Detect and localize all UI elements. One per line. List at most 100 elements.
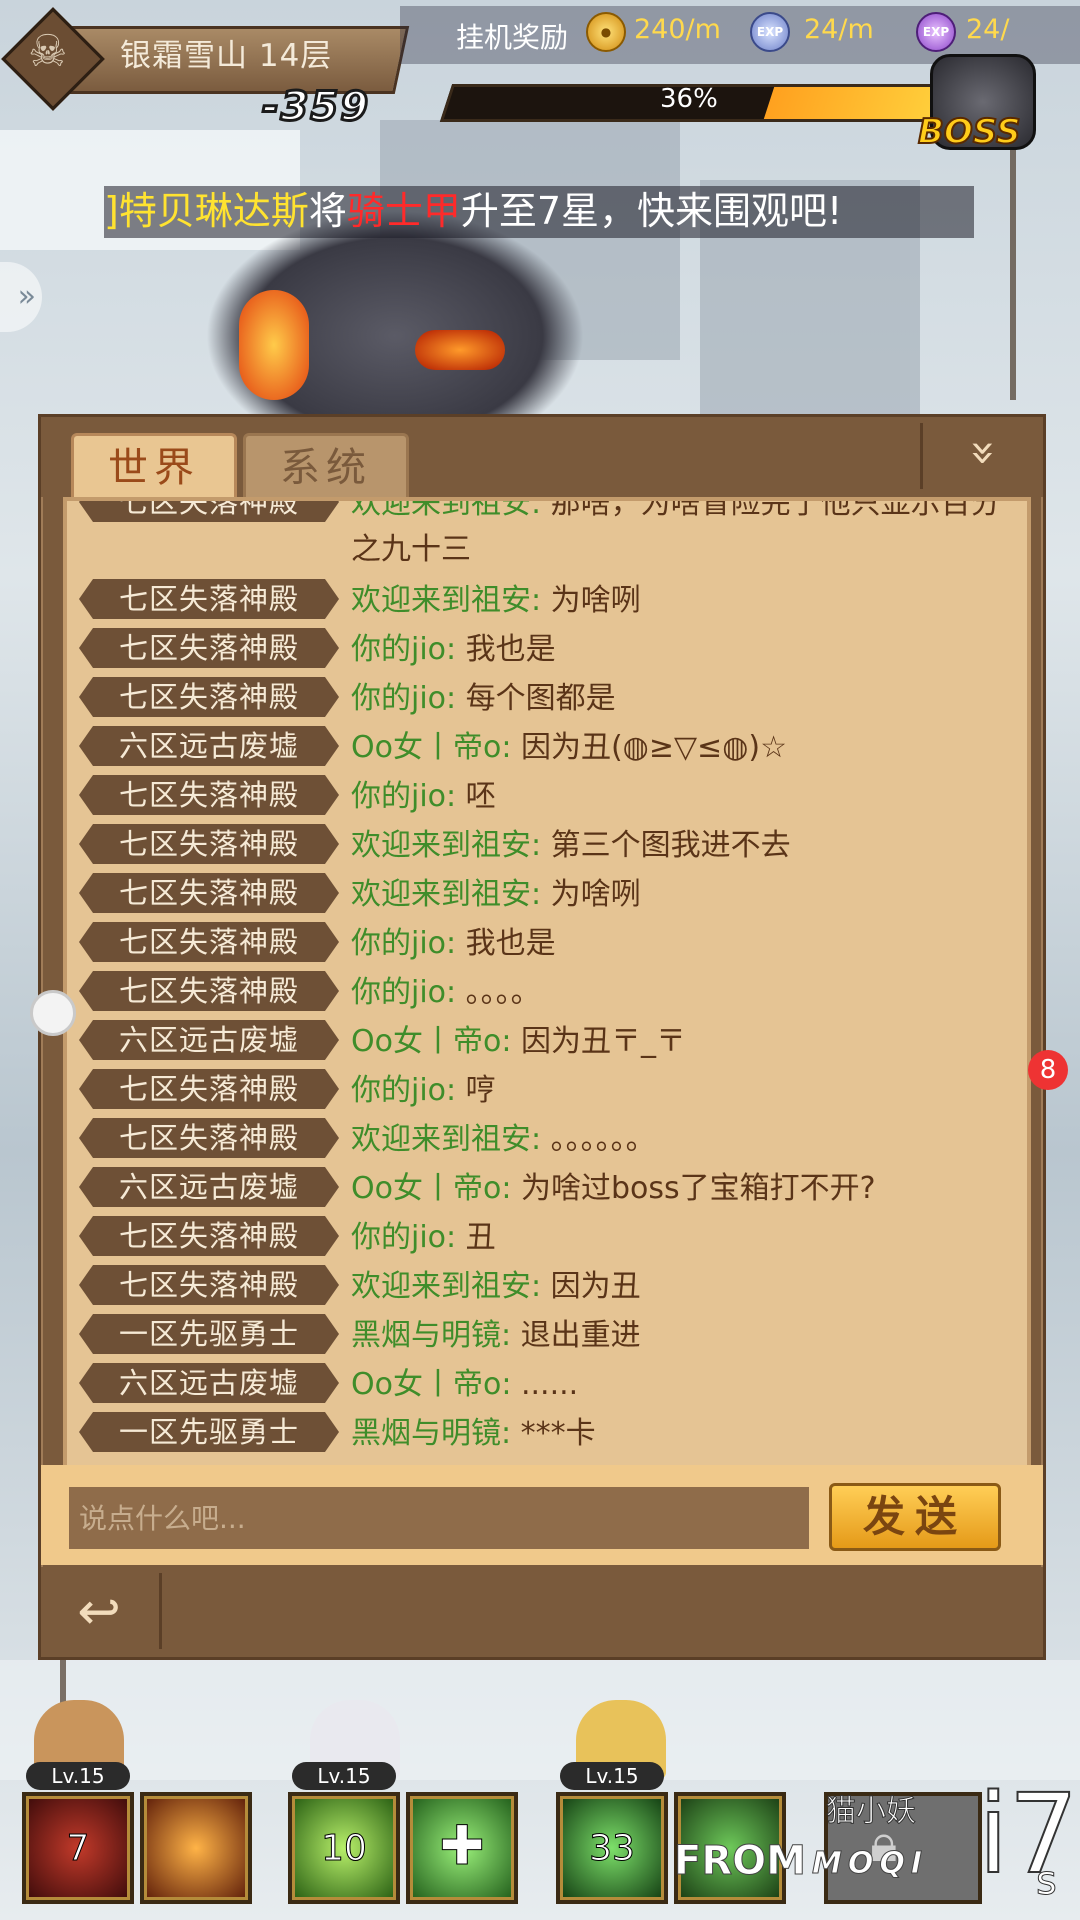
server-tag: 七区失落神殿 <box>79 579 339 619</box>
heal-skill-slot[interactable]: ✚ <box>406 1792 518 1904</box>
message-content: 因为丑(◍≥▽≤◍)☆ <box>511 730 787 765</box>
skill-slot[interactable] <box>140 1792 252 1904</box>
announce-verb: 将 <box>308 189 347 233</box>
server-tag: 六区远古废墟 <box>79 726 339 766</box>
notification-badge: 8 <box>1028 1050 1068 1090</box>
announce-player: ]特贝琳达斯 <box>104 189 309 233</box>
chat-panel: 世界 系统 » 七区失落神殿 欢迎来到祖安: 那啥，为啥冒险完了他只显示百分之九十… <box>38 414 1046 1660</box>
exp-icon: EXP <box>750 12 790 52</box>
message-text: 黑烟与明镜: ***卡 <box>351 1411 1011 1457</box>
message-sender[interactable]: Oo女丨帝o: <box>351 1171 511 1206</box>
message-text: 欢迎来到祖安: 为啥咧 <box>351 872 1011 918</box>
message-text: Oo女丨帝o: ...... <box>351 1362 1011 1408</box>
message-content: 为啥咧 <box>541 877 641 912</box>
chat-message[interactable]: 七区失落神殿 欢迎来到祖安: 那啥，为啥冒险完了他只显示百分之九十三 <box>67 501 1027 574</box>
message-sender[interactable]: 欢迎来到祖安: <box>351 1122 541 1157</box>
skull-icon: ☠ <box>28 26 68 77</box>
message-sender[interactable]: 欢迎来到祖安: <box>351 828 541 863</box>
message-sender[interactable]: 你的jio: <box>351 632 456 667</box>
server-tag: 一区先驱勇士 <box>79 1314 339 1354</box>
chat-message[interactable]: 七区失落神殿 欢迎来到祖安: 。。。。。。 <box>67 1113 1027 1162</box>
hero-level: Lv.15 <box>26 1762 130 1790</box>
message-content: ...... <box>511 1367 579 1402</box>
message-sender[interactable]: 你的jio: <box>351 1073 456 1108</box>
tab-world[interactable]: 世界 <box>71 433 237 500</box>
message-content: 每个图都是 <box>456 681 616 716</box>
chat-message[interactable]: 六区远古废墟 Oo女丨帝o: 因为丑〒_〒 <box>67 1015 1027 1064</box>
exp-rate: 24/m <box>804 14 874 45</box>
send-button[interactable]: 发送 <box>829 1483 1001 1551</box>
chat-message[interactable]: 七区失落神殿 你的jio: 每个图都是 <box>67 672 1027 721</box>
message-sender[interactable]: Oo女丨帝o: <box>351 730 511 765</box>
skill-slot[interactable]: 10 <box>288 1792 400 1904</box>
server-tag: 一区先驱勇士 <box>79 1412 339 1452</box>
hero-level: Lv.15 <box>560 1762 664 1790</box>
chat-list: 七区失落神殿 欢迎来到祖安: 那啥，为啥冒险完了他只显示百分之九十三 七区失落神殿欢… <box>67 501 1027 1456</box>
message-sender[interactable]: Oo女丨帝o: <box>351 1367 511 1402</box>
boss-button-label[interactable]: BOSS <box>917 111 1022 153</box>
chat-message[interactable]: 一区先驱勇士 黑烟与明镜: ***卡 <box>67 1407 1027 1456</box>
message-sender[interactable]: Oo女丨帝o: <box>351 1024 511 1059</box>
chat-message[interactable]: 七区失落神殿 欢迎来到祖安: 第三个图我进不去 <box>67 819 1027 868</box>
chat-message[interactable]: 六区远古废墟 Oo女丨帝o: 为啥过boss了宝箱打不开? <box>67 1162 1027 1211</box>
server-tag: 七区失落神殿 <box>79 1216 339 1256</box>
chat-message[interactable]: 六区远古废墟 Oo女丨帝o: 因为丑(◍≥▽≤◍)☆ <box>67 721 1027 770</box>
message-content: 为啥过boss了宝箱打不开? <box>511 1171 876 1206</box>
message-content: 因为丑 <box>541 1269 641 1304</box>
stage-name: 银霜雪山 14层 <box>120 38 333 74</box>
double-chevron-right-icon: » <box>17 279 36 314</box>
message-sender[interactable]: 你的jio: <box>351 975 456 1010</box>
watermark-from: FROM <box>674 1838 807 1885</box>
message-sender[interactable]: 欢迎来到祖安: <box>351 1269 541 1304</box>
chat-input[interactable] <box>69 1487 809 1549</box>
message-sender[interactable]: 你的jio: <box>351 1220 456 1255</box>
message-sender[interactable]: 你的jio: <box>351 681 456 716</box>
skill-slot[interactable]: 33 <box>556 1792 668 1904</box>
server-tag: 七区失落神殿 <box>79 1265 339 1305</box>
watermark-logo-sub: s <box>1036 1858 1058 1905</box>
side-expand-button[interactable]: » <box>0 262 42 332</box>
chat-message-area[interactable]: 七区失落神殿 欢迎来到祖安: 那啥，为啥冒险完了他只显示百分之九十三 七区失落神殿欢… <box>63 497 1031 1470</box>
tab-system[interactable]: 系统 <box>243 433 409 500</box>
boss-progress-text: 36% <box>660 84 718 114</box>
chat-message[interactable]: 七区失落神殿 你的jio: 呸 <box>67 770 1027 819</box>
chat-message[interactable]: 七区失落神殿 你的jio: 丑 <box>67 1211 1027 1260</box>
coin-rate: 240/m <box>634 14 721 45</box>
chat-message[interactable]: 七区失落神殿 你的jio: 。。。。 <box>67 966 1027 1015</box>
message-sender[interactable]: 黑烟与明镜: <box>351 1416 511 1451</box>
chat-message[interactable]: 七区失落神殿 欢迎来到祖安: 为啥咧 <box>67 868 1027 917</box>
message-text: 你的jio: 。。。。 <box>351 970 1011 1016</box>
message-sender[interactable]: 欢迎来到祖安: <box>351 583 541 618</box>
side-drag-knob[interactable] <box>30 990 76 1036</box>
plus-icon: ✚ <box>439 1814 485 1878</box>
tree <box>1010 150 1016 400</box>
message-sender[interactable]: 欢迎来到祖安: <box>351 877 541 912</box>
chat-message[interactable]: 六区远古废墟 Oo女丨帝o: ...... <box>67 1358 1027 1407</box>
message-sender[interactable]: 欢迎来到祖安: <box>351 501 541 521</box>
message-sender[interactable]: 你的jio: <box>351 926 456 961</box>
chat-message[interactable]: 一区先驱勇士 黑烟与明镜: 退出重进 <box>67 1309 1027 1358</box>
boss-monster <box>205 210 585 420</box>
chat-message[interactable]: 七区失落神殿 你的jio: 我也是 <box>67 917 1027 966</box>
server-tag: 七区失落神殿 <box>79 824 339 864</box>
chat-message[interactable]: 七区失落神殿 你的jio: 哼 <box>67 1064 1027 1113</box>
chat-message[interactable]: 七区失落神殿 欢迎来到祖安: 为啥咧 <box>67 574 1027 623</box>
message-content: 退出重进 <box>511 1318 641 1353</box>
message-sender[interactable]: 黑烟与明镜: <box>351 1318 511 1353</box>
message-sender[interactable]: 你的jio: <box>351 779 456 814</box>
message-text: Oo女丨帝o: 因为丑〒_〒 <box>351 1019 1011 1065</box>
message-content: 第三个图我进不去 <box>541 828 791 863</box>
chat-message[interactable]: 七区失落神殿 你的jio: 我也是 <box>67 623 1027 672</box>
message-text: 欢迎来到祖安: 那啥，为啥冒险完了他只显示百分之九十三 <box>351 501 1011 573</box>
message-text: 黑烟与明镜: 退出重进 <box>351 1313 1011 1359</box>
message-text: 欢迎来到祖安: 因为丑 <box>351 1264 1011 1310</box>
message-text: 你的jio: 每个图都是 <box>351 676 1011 722</box>
footer-divider <box>159 1573 162 1649</box>
boss-eye <box>415 330 505 370</box>
back-button[interactable]: ↩ <box>59 1575 139 1649</box>
skill-slot[interactable]: 7 <box>22 1792 134 1904</box>
announce-item: 骑士甲 <box>346 189 461 233</box>
collapse-chat-button[interactable]: » <box>920 423 1043 489</box>
watermark-brand: MOQI <box>811 1846 929 1882</box>
chat-message[interactable]: 七区失落神殿 欢迎来到祖安: 因为丑 <box>67 1260 1027 1309</box>
